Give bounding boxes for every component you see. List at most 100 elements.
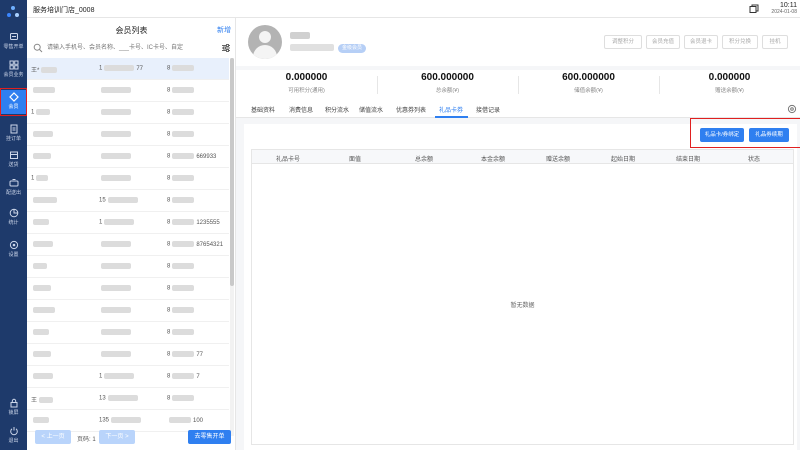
list-item[interactable]: 8 87654321 xyxy=(27,234,229,256)
list-item[interactable]: 8 xyxy=(27,256,229,278)
redacted-value xyxy=(172,351,195,357)
redacted-value xyxy=(36,109,51,115)
tab-basic-info[interactable]: 基础资料 xyxy=(251,105,275,114)
bind-gift-card-button[interactable]: 礼品卡/券绑定 xyxy=(700,128,744,142)
nav-item-orders[interactable]: 挂订单 xyxy=(0,122,27,146)
member-refund-card-button[interactable]: 会员退卡 xyxy=(684,35,718,49)
nav-item-member-business[interactable]: 会员业务 xyxy=(0,58,27,82)
redacted-value xyxy=(33,219,49,225)
detail-tabs: 基础资料 消费信息 积分流水 储值流水 优惠券列表 礼品卡券 接借记录 xyxy=(236,100,800,118)
column-header: 礼品卡号 xyxy=(276,157,301,163)
nav-exit-label: 退出 xyxy=(8,438,19,444)
adjust-points-button[interactable]: 调整积分 xyxy=(604,35,642,49)
redacted-value xyxy=(101,175,131,181)
next-page-button[interactable]: 下一页 > xyxy=(99,430,135,444)
list-item[interactable]: 王* 1 77 8 xyxy=(27,58,229,80)
tab-coupons[interactable]: 优惠券列表 xyxy=(396,105,426,114)
nav-item-retail[interactable]: 零售开单 xyxy=(0,30,27,54)
power-icon xyxy=(9,427,18,436)
member-list-title: 会员列表 xyxy=(115,26,148,35)
member-cell-text: 1 xyxy=(31,175,35,182)
points-exchange-button[interactable]: 积分兑换 xyxy=(722,35,758,49)
member-cell-text: 8 xyxy=(167,329,171,336)
member-level-badge: 金级会员 xyxy=(338,44,367,53)
nav-item-delivery[interactable]: 送货 xyxy=(0,148,27,172)
member-recharge-button[interactable]: 会员充值 xyxy=(646,35,680,49)
member-cell-text: 8 xyxy=(167,65,171,72)
list-item[interactable]: 8 xyxy=(27,278,229,300)
box-icon xyxy=(9,151,18,159)
tab-gift-cards[interactable]: 礼品卡券 xyxy=(439,105,463,114)
list-item[interactable]: 8 xyxy=(27,124,229,146)
redacted-value xyxy=(172,109,195,115)
new-member-button[interactable]: 新增 xyxy=(217,25,231,35)
list-item[interactable]: 1 8 7 xyxy=(27,366,229,388)
redacted-value xyxy=(33,153,51,159)
truck-icon xyxy=(9,179,18,187)
member-cell-text: 15 xyxy=(99,197,106,204)
list-item[interactable]: 8 xyxy=(27,80,229,102)
scrollbar-thumb[interactable] xyxy=(230,58,234,286)
nav-item-label: 送货 xyxy=(8,162,19,168)
redacted-value xyxy=(33,285,51,291)
top-bar: 服务培训门店_0008 10:11 2024-01-08 xyxy=(27,0,800,18)
member-cell-text: 8 xyxy=(167,87,171,94)
walkin-retail-button[interactable]: 去零售开单 xyxy=(188,430,231,444)
avatar xyxy=(248,25,282,59)
member-cell-text: 王 xyxy=(31,398,38,404)
filter-icon[interactable] xyxy=(221,43,231,53)
list-item[interactable]: 8 xyxy=(27,300,229,322)
table-header: 礼品卡号 面值 总余额 本金余额 赠送余额 起始日期 结束日期 状态 xyxy=(252,150,793,164)
tab-borrow-records[interactable]: 接借记录 xyxy=(476,105,500,114)
list-item[interactable]: 18 xyxy=(27,102,229,124)
nav-item-label: 统计 xyxy=(8,220,19,226)
redacted-value xyxy=(172,87,195,93)
member-cell-text: 7 xyxy=(196,373,200,380)
stat-value: 0.000000 xyxy=(285,72,328,83)
tab-stored-flow[interactable]: 储值流水 xyxy=(359,105,383,114)
redacted-value xyxy=(172,197,195,203)
redacted-value xyxy=(101,329,131,335)
tab-consumption[interactable]: 消费信息 xyxy=(289,105,313,114)
redacted-value xyxy=(172,131,195,137)
clock-time: 10:11 xyxy=(780,2,797,9)
member-stats: 0.000000 可用积分(通用) 600.000000 总余额(¥) 600.… xyxy=(236,70,800,100)
redacted-value xyxy=(169,417,191,423)
grid-icon xyxy=(9,60,18,70)
gear-icon[interactable] xyxy=(787,104,797,114)
member-list-scrollbar[interactable] xyxy=(230,58,234,436)
list-item[interactable]: 8 77 xyxy=(27,344,229,366)
nav-item-exit[interactable]: 退出 xyxy=(0,424,27,448)
suspend-button[interactable]: 挂机 xyxy=(762,35,788,49)
member-cell-text: 8 xyxy=(167,175,171,182)
list-item[interactable]: 18 xyxy=(27,168,229,190)
member-cell-text: 1 xyxy=(99,65,103,72)
stat-value: 600.000000 xyxy=(421,72,474,83)
member-list-panel: 会员列表 新增 王*177881888669933181581812355558… xyxy=(27,18,236,450)
nav-item-dispatch[interactable]: 配送出 xyxy=(0,176,27,200)
redacted-value xyxy=(107,197,138,203)
member-cell-text: 王* xyxy=(31,68,40,74)
list-item[interactable]: 1 8 1235555 xyxy=(27,212,229,234)
redacted-value xyxy=(33,87,55,93)
renew-gift-coupon-button[interactable]: 礼品券续期 xyxy=(749,128,789,142)
nav-lock-label: 锁屏 xyxy=(8,410,19,416)
redacted-value xyxy=(172,395,195,401)
member-search-input[interactable] xyxy=(47,42,217,54)
window-toggle-icon[interactable] xyxy=(749,4,759,14)
store-name: 服务培训门店_0008 xyxy=(33,7,95,14)
redacted-value xyxy=(101,241,131,247)
list-item[interactable]: 8 xyxy=(27,322,229,344)
prev-page-button[interactable]: < 上一页 xyxy=(35,430,71,444)
stat-points: 0.000000 可用积分(通用) xyxy=(236,72,377,94)
list-item[interactable]: 8 669933 xyxy=(27,146,229,168)
nav-item-settings[interactable]: 设置 xyxy=(0,238,27,262)
nav-item-lock[interactable]: 锁屏 xyxy=(0,396,27,420)
nav-item-label: 配送出 xyxy=(5,190,21,196)
redacted-value xyxy=(33,373,53,379)
member-cell-text: 8 xyxy=(167,285,171,292)
nav-item-stats[interactable]: 统计 xyxy=(0,206,27,230)
list-item[interactable]: 15 8 xyxy=(27,190,229,212)
tab-points-flow[interactable]: 积分流水 xyxy=(325,105,349,114)
list-item[interactable]: 王 13 8 xyxy=(27,388,229,410)
